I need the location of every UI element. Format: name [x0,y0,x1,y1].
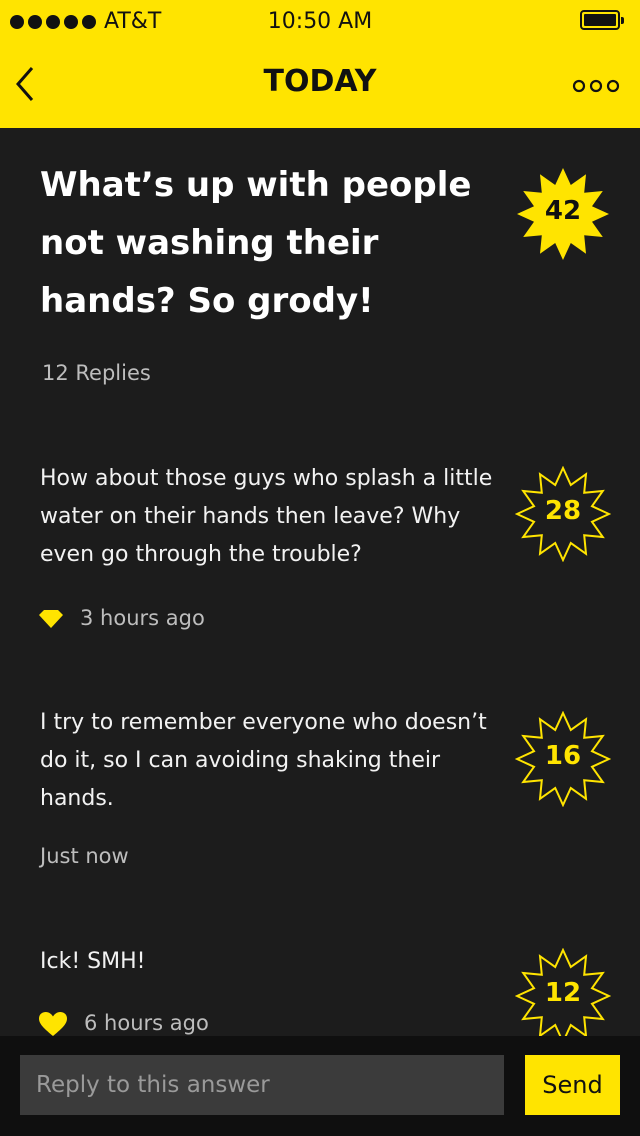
reply-bar: Send [0,1036,640,1136]
battery-icon [580,10,624,30]
answer-text: I try to remember everyone who doesn’t d… [40,710,487,811]
send-button[interactable]: Send [525,1055,620,1115]
answer-score-badge[interactable]: 28 [515,466,611,562]
answer-score-badge[interactable]: 16 [515,711,611,807]
answer-time: 3 hours ago [80,606,205,630]
reply-count: 12 Replies [42,361,151,385]
answer-score: 16 [544,741,582,771]
status-bar: AT&T 10:50 AM [0,0,640,44]
answer-meta: Just now [40,841,129,871]
answer-score: 28 [544,496,582,526]
status-time: 10:50 AM [267,9,373,34]
heart-icon [39,1012,67,1036]
page-title: TODAY [263,64,377,99]
diamond-icon [39,610,63,628]
answer-text: How about those guys who splash a little… [40,466,493,567]
question-title: What’s up with people not washing their … [40,165,472,321]
question-score-badge[interactable]: 42 [515,166,611,262]
more-button[interactable] [566,74,626,98]
answer-score-badge[interactable]: 12 [515,948,611,1044]
reply-input[interactable] [20,1055,504,1115]
nav-bar: TODAY [0,44,640,128]
answer-text: Ick! SMH! [40,949,146,974]
answer-meta: 6 hours ago [38,1008,209,1038]
answer-time: Just now [40,844,129,868]
more-dots-icon [572,79,620,93]
answer-score: 12 [544,978,582,1008]
answer-time: 6 hours ago [84,1011,209,1035]
question-score: 42 [544,196,582,226]
answer-meta: 3 hours ago [38,603,205,633]
